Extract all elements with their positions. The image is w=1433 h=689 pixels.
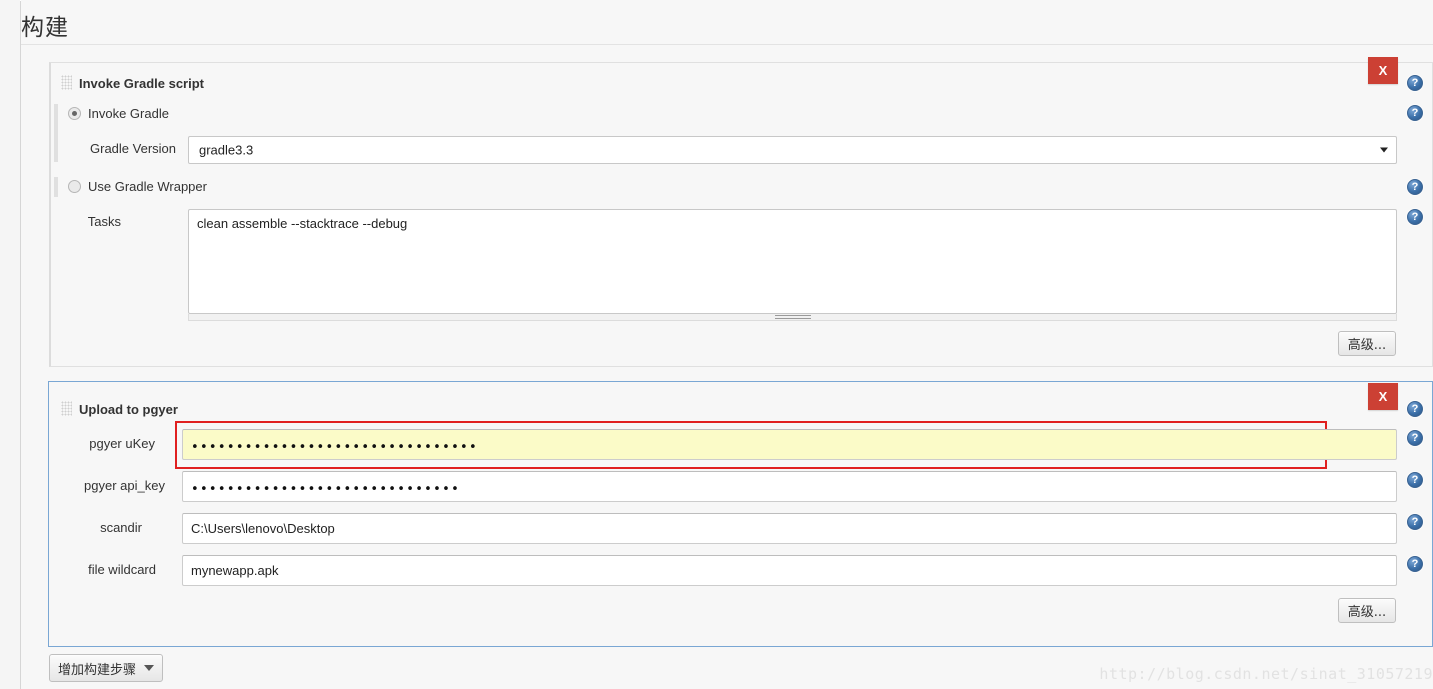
- help-icon[interactable]: ?: [1407, 179, 1423, 195]
- watermark-text: http://blog.csdn.net/sinat_31057219: [1099, 665, 1433, 683]
- chevron-down-icon: [1380, 147, 1388, 153]
- help-icon[interactable]: ?: [1407, 514, 1423, 530]
- help-icon[interactable]: ?: [1407, 105, 1423, 121]
- pgyer-ukey-value: ••••••••••••••••••••••••••••••••: [191, 440, 478, 455]
- pgyer-api-key-input[interactable]: ••••••••••••••••••••••••••••••: [182, 471, 1397, 502]
- add-build-step-button[interactable]: 增加构建步骤: [49, 654, 163, 682]
- help-icon[interactable]: ?: [1407, 209, 1423, 225]
- label-file-wildcard: file wildcard: [88, 562, 156, 577]
- label-pgyer-api-key: pgyer api_key: [84, 478, 165, 493]
- radio-use-gradle-wrapper[interactable]: [68, 180, 81, 193]
- radio-invoke-gradle[interactable]: [68, 107, 81, 120]
- advanced-button-gradle[interactable]: 高级...: [1338, 331, 1396, 356]
- label-scandir: scandir: [100, 520, 142, 535]
- radio-label-invoke-gradle: Invoke Gradle: [88, 106, 169, 121]
- advanced-button-pgyer[interactable]: 高级...: [1338, 598, 1396, 623]
- page-title: 构建: [21, 15, 69, 41]
- label-tasks: Tasks: [87, 214, 121, 229]
- chevron-down-icon: [144, 665, 154, 671]
- help-icon[interactable]: ?: [1407, 556, 1423, 572]
- scandir-input[interactable]: [182, 513, 1397, 544]
- gradle-version-value: gradle3.3: [199, 142, 254, 158]
- drag-handle-icon[interactable]: [61, 75, 72, 90]
- radio-group-indent-bar: [54, 177, 58, 197]
- delete-build-step-button-pgyer[interactable]: X: [1368, 383, 1398, 410]
- resize-grip-icon[interactable]: [774, 315, 811, 319]
- build-step-title-invoke-gradle: Invoke Gradle script: [79, 76, 204, 91]
- delete-build-step-button-gradle[interactable]: X: [1368, 57, 1398, 84]
- label-gradle-version: Gradle Version: [90, 141, 176, 156]
- drag-handle-icon[interactable]: [61, 401, 72, 416]
- tasks-textarea[interactable]: [188, 209, 1397, 314]
- advanced-button-label-pgyer: 高级...: [1347, 605, 1387, 620]
- build-step-title-upload-pgyer: Upload to pgyer: [79, 402, 178, 417]
- help-icon[interactable]: ?: [1407, 472, 1423, 488]
- help-icon[interactable]: ?: [1407, 75, 1423, 91]
- gradle-version-select[interactable]: gradle3.3: [188, 136, 1397, 164]
- tasks-resize-strip[interactable]: [188, 314, 1397, 321]
- add-build-step-label: 增加构建步骤: [57, 662, 136, 678]
- file-wildcard-input[interactable]: [182, 555, 1397, 586]
- title-divider: [21, 44, 1433, 45]
- help-icon[interactable]: ?: [1407, 430, 1423, 446]
- build-config-page: 构建 Invoke Gradle script X ? ? ? ? Invoke…: [0, 0, 1433, 689]
- help-icon[interactable]: ?: [1407, 401, 1423, 417]
- pgyer-ukey-input[interactable]: ••••••••••••••••••••••••••••••••: [182, 429, 1397, 460]
- pgyer-api-key-value: ••••••••••••••••••••••••••••••: [191, 482, 461, 497]
- label-pgyer-ukey: pgyer uKey: [89, 436, 155, 451]
- radio-label-use-gradle-wrapper: Use Gradle Wrapper: [88, 179, 207, 194]
- advanced-button-label-gradle: 高级...: [1347, 338, 1387, 353]
